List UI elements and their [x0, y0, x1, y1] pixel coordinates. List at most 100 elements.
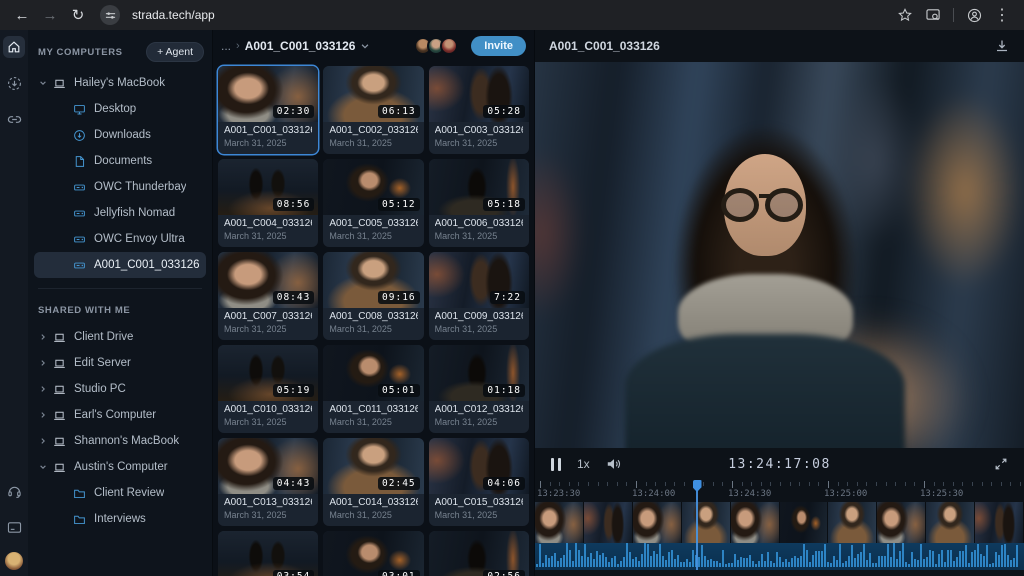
playback-speed-button[interactable]: 1x	[577, 457, 590, 471]
my-computers-label: MY COMPUTERS	[38, 47, 123, 58]
link-icon[interactable]	[3, 108, 25, 130]
chevron-down-icon[interactable]	[36, 463, 50, 471]
clip-meta: A001_C002_033126March 31, 2025	[323, 122, 423, 151]
files-header: ... › A001_C001_033126 Invite	[213, 30, 534, 62]
tree-item-owc-envoy-ultra[interactable]: OWC Envoy Ultra	[34, 226, 206, 252]
clip-card[interactable]: 02:56	[429, 531, 529, 576]
headset-icon[interactable]	[3, 480, 25, 502]
tree-item-client-review[interactable]: Client Review	[34, 480, 206, 506]
bookmark-star-icon[interactable]	[893, 4, 917, 26]
home-icon[interactable]	[3, 36, 25, 58]
clip-card[interactable]: 01:18 A001_C012_033126March 31, 2025	[429, 345, 529, 433]
tree-item-edit-server[interactable]: Edit Server	[34, 350, 206, 376]
clip-card[interactable]: 05:01A001_C011_033126March 31, 2025	[323, 345, 423, 433]
breadcrumb-ellipsis[interactable]: ...	[221, 39, 231, 53]
add-agent-button[interactable]: + Agent	[146, 42, 204, 62]
site-settings-icon[interactable]	[100, 5, 120, 25]
chevron-down-icon[interactable]	[36, 79, 50, 87]
clip-card[interactable]: 06:13A001_C002_033126March 31, 2025	[323, 66, 423, 154]
clip-meta: A001_C007_033126March 31, 2025	[218, 308, 318, 337]
laptop-icon	[50, 409, 68, 422]
video-frame[interactable]	[535, 62, 1024, 448]
ruler-label: 13:24:00	[632, 489, 675, 499]
url-text[interactable]: strada.tech/app	[132, 8, 215, 22]
clip-duration: 01:18	[483, 384, 525, 397]
clip-duration: 04:43	[273, 477, 315, 490]
clip-card[interactable]: 09:16A001_C008_033126March 31, 2025	[323, 252, 423, 340]
chevron-right-icon[interactable]	[36, 437, 50, 445]
chevron-right-icon[interactable]	[36, 333, 50, 341]
subject-glasses	[721, 188, 803, 222]
audio-waveform[interactable]	[535, 543, 1024, 570]
clip-card[interactable]: 02:30A001_C001_033126March 31, 2025	[218, 66, 318, 154]
clip-date: March 31, 2025	[224, 324, 312, 334]
tree-item-label: Studio PC	[74, 383, 126, 395]
chevron-right-icon[interactable]	[36, 359, 50, 367]
clip-thumbnail: 05:12	[323, 159, 423, 215]
timeline: 13:23:3013:24:0013:24:3013:25:0013:25:30	[535, 480, 1024, 576]
clip-card[interactable]: 05:19A001_C010_033126March 31, 2025	[218, 345, 318, 433]
clip-card[interactable]: 05:18A001_C006_033126March 31, 2025	[429, 159, 529, 247]
chevron-right-icon[interactable]	[36, 411, 50, 419]
clip-name: A001_C009_033126	[435, 311, 523, 322]
tree-item-earl-s-computer[interactable]: Earl's Computer	[34, 402, 206, 428]
filmstrip[interactable]	[535, 502, 1024, 543]
clip-card[interactable]: 08:56A001_C004_033126March 31, 2025	[218, 159, 318, 247]
clip-card[interactable]: 05:12A001_C005_033126March 31, 2025	[323, 159, 423, 247]
timeline-ruler[interactable]: 13:23:3013:24:0013:24:3013:25:0013:25:30	[535, 480, 1024, 502]
reload-icon[interactable]: ↻	[66, 4, 90, 26]
clip-thumbnail: 05:01	[323, 345, 423, 401]
download-icon[interactable]	[994, 38, 1010, 54]
clip-card[interactable]: 7:22A001_C009_033126March 31, 2025	[429, 252, 529, 340]
clip-duration: 03:01	[378, 570, 420, 576]
tree-item-shannon-s-macbook[interactable]: Shannon's MacBook	[34, 428, 206, 454]
laptop-icon	[50, 331, 68, 344]
card-icon[interactable]	[3, 516, 25, 538]
pause-button[interactable]	[551, 458, 561, 471]
tree-item-client-drive[interactable]: Client Drive	[34, 324, 206, 350]
fullscreen-icon[interactable]	[994, 457, 1008, 471]
clip-date: March 31, 2025	[329, 138, 417, 148]
agent-download-icon[interactable]	[3, 72, 25, 94]
tree-item-jellyfish-nomad[interactable]: Jellyfish Nomad	[34, 200, 206, 226]
ruler-label: 13:25:30	[920, 489, 963, 499]
clip-name: A001_C006_033126	[435, 218, 523, 229]
tree-item-desktop[interactable]: Desktop	[34, 96, 206, 122]
tree-item-documents[interactable]: Documents	[34, 148, 206, 174]
tree-item-interviews[interactable]: Interviews	[34, 506, 206, 532]
clip-card[interactable]: 03:01	[323, 531, 423, 576]
forward-icon[interactable]: →	[38, 4, 62, 26]
tree-item-a001-c001-033126[interactable]: A001_C001_033126	[34, 252, 206, 278]
browser-menu-icon[interactable]: ⋮	[990, 4, 1014, 26]
clip-card[interactable]: 08:43A001_C007_033126March 31, 2025	[218, 252, 318, 340]
chevron-down-icon[interactable]	[360, 41, 370, 51]
invite-button[interactable]: Invite	[471, 36, 526, 56]
volume-icon[interactable]	[606, 457, 622, 471]
tree-item-austin-s-computer[interactable]: Austin's Computer	[34, 454, 206, 480]
clip-card[interactable]: 02:45A001_C014_033126March 31, 2025	[323, 438, 423, 526]
user-avatar[interactable]	[5, 552, 23, 570]
clip-card[interactable]: 03:54	[218, 531, 318, 576]
tree-item-hailey-s-macbook[interactable]: Hailey's MacBook	[34, 70, 206, 96]
back-icon[interactable]: ←	[10, 4, 34, 26]
clip-name: A001_C014_033126	[329, 497, 417, 508]
chevron-right-icon[interactable]	[36, 385, 50, 393]
clip-card[interactable]: 05:28A001_C003_033126March 31, 2025	[429, 66, 529, 154]
profile-icon[interactable]	[962, 4, 986, 26]
side-panel-search-icon[interactable]	[921, 4, 945, 26]
player-controls: 1x 13:24:17:08	[535, 448, 1024, 480]
clip-card[interactable]: 04:06A001_C015_033126March 31, 2025	[429, 438, 529, 526]
laptop-icon	[50, 435, 68, 448]
breadcrumb-current[interactable]: A001_C001_033126	[245, 39, 356, 53]
breadcrumb-separator: ›	[236, 40, 240, 52]
collaborator-avatars[interactable]	[414, 37, 458, 55]
tree-item-downloads[interactable]: Downloads	[34, 122, 206, 148]
tree-item-studio-pc[interactable]: Studio PC	[34, 376, 206, 402]
collaborator-avatar[interactable]	[440, 37, 458, 55]
tree-item-owc-thunderbay[interactable]: OWC Thunderbay	[34, 174, 206, 200]
clip-card[interactable]: 04:43A001_C013_033126March 31, 2025	[218, 438, 318, 526]
clip-meta: A001_C012_033126March 31, 2025	[429, 401, 529, 430]
clip-meta: A001_C005_033126March 31, 2025	[323, 215, 423, 244]
clip-name: A001_C012_033126	[435, 404, 523, 415]
filmstrip-frame	[731, 502, 780, 543]
